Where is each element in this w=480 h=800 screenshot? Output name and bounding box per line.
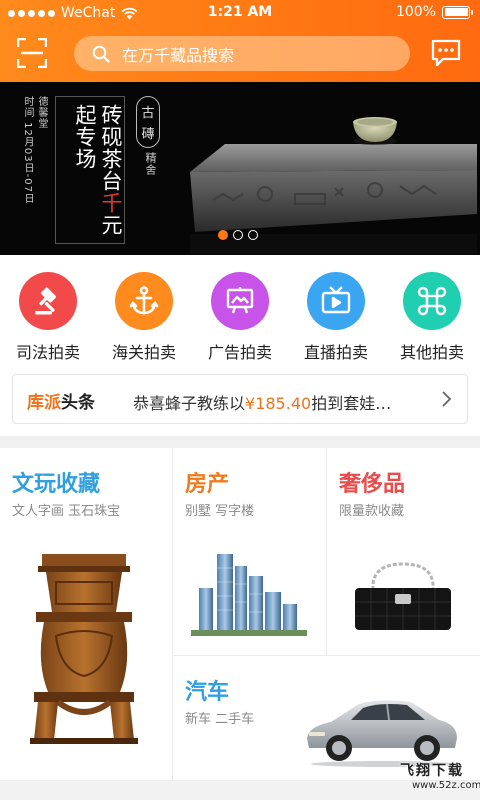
category-label: 广告拍卖: [207, 343, 272, 362]
headline-text: 恭喜蜂子教练以¥185.40拍到套娃…: [133, 394, 392, 413]
banner-title-line2: 砖砚茶台千元: [99, 104, 123, 236]
app-header: WeChat 1:21 AM 100% 在万千藏品搜索: [0, 0, 480, 82]
pager-dot[interactable]: [233, 230, 243, 240]
category-live-auction[interactable]: 直播拍卖: [288, 272, 384, 363]
seal-logo: 古 磚: [136, 96, 160, 148]
command-icon: [403, 272, 461, 330]
search-bar[interactable]: 在万千藏品搜索: [74, 36, 410, 71]
banner-meta: 德馨堂 时间 12月03日-07日: [20, 96, 50, 246]
category-judicial-auction[interactable]: 司法拍卖: [0, 272, 96, 363]
category-label: 司法拍卖: [15, 343, 80, 362]
headline-ticker[interactable]: 库派头条 恭喜蜂子教练以¥185.40拍到套娃…: [12, 374, 468, 424]
tile-title: 文玩收藏: [12, 472, 101, 497]
battery-icon: [442, 5, 473, 19]
gavel-icon: [19, 272, 77, 330]
banner-venue: 德馨堂: [36, 96, 47, 129]
handbag-image: [355, 562, 451, 630]
search-placeholder: 在万千藏品搜索: [122, 45, 235, 65]
tile-subtitle: 文人字画 玉石珠宝: [12, 504, 121, 519]
pager-dot[interactable]: [248, 230, 258, 240]
headline-brand: 库派头条: [27, 393, 95, 413]
tile-luxury[interactable]: 奢侈品 限量款收藏: [327, 448, 480, 656]
auction-categories: 司法拍卖 海关拍卖 广告拍卖 直播拍卖 其他拍卖: [0, 272, 480, 362]
billboard-icon: [211, 272, 269, 330]
battery-percent: 100%: [395, 4, 436, 20]
headline-price: ¥185.40: [245, 394, 312, 413]
tile-real-estate[interactable]: 房产 别墅 写字楼: [173, 448, 327, 656]
seal-subtitle: 精舍: [144, 152, 157, 176]
category-label: 海关拍卖: [111, 343, 176, 362]
category-other-auction[interactable]: 其他拍卖: [384, 272, 480, 363]
tile-subtitle: 别墅 写字楼: [185, 504, 255, 519]
category-label: 直播拍卖: [303, 343, 368, 362]
banner-date: 时间 12月03日-07日: [22, 96, 33, 204]
tv-icon: [307, 272, 365, 330]
chevron-right-icon: [442, 391, 452, 407]
status-bar: WeChat 1:21 AM 100%: [0, 0, 480, 26]
pager-dot[interactable]: [218, 230, 228, 240]
message-icon[interactable]: [430, 38, 462, 68]
tile-title: 汽车: [185, 680, 230, 705]
tile-title: 房产: [185, 472, 230, 497]
tile-title: 奢侈品: [339, 472, 406, 497]
site-watermark: 飞翔下载 www.52z.com: [400, 763, 480, 791]
buildings-image: [191, 554, 307, 636]
anchor-icon: [115, 272, 173, 330]
wooden-stand-image: [30, 554, 138, 744]
category-grid: 文玩收藏 文人字画 玉石珠宝 房产 别墅 写字楼 奢侈品 限量款收藏 汽车 新车…: [0, 448, 480, 788]
search-icon: [92, 45, 110, 63]
section-divider: [0, 436, 480, 448]
promo-banner[interactable]: 德馨堂 时间 12月03日-07日 起专场 砖砚茶台千元 古 磚 精舍: [0, 82, 480, 255]
tile-collectibles[interactable]: 文玩收藏 文人字画 玉石珠宝: [0, 448, 173, 781]
tile-subtitle: 新车 二手车: [185, 712, 255, 727]
category-label: 其他拍卖: [399, 343, 464, 362]
tile-subtitle: 限量款收藏: [339, 504, 405, 519]
car-image: [307, 700, 457, 767]
category-customs-auction[interactable]: 海关拍卖: [96, 272, 192, 363]
banner-pager[interactable]: [218, 230, 258, 240]
category-ad-auction[interactable]: 广告拍卖: [192, 272, 288, 363]
scan-icon[interactable]: [17, 38, 47, 68]
